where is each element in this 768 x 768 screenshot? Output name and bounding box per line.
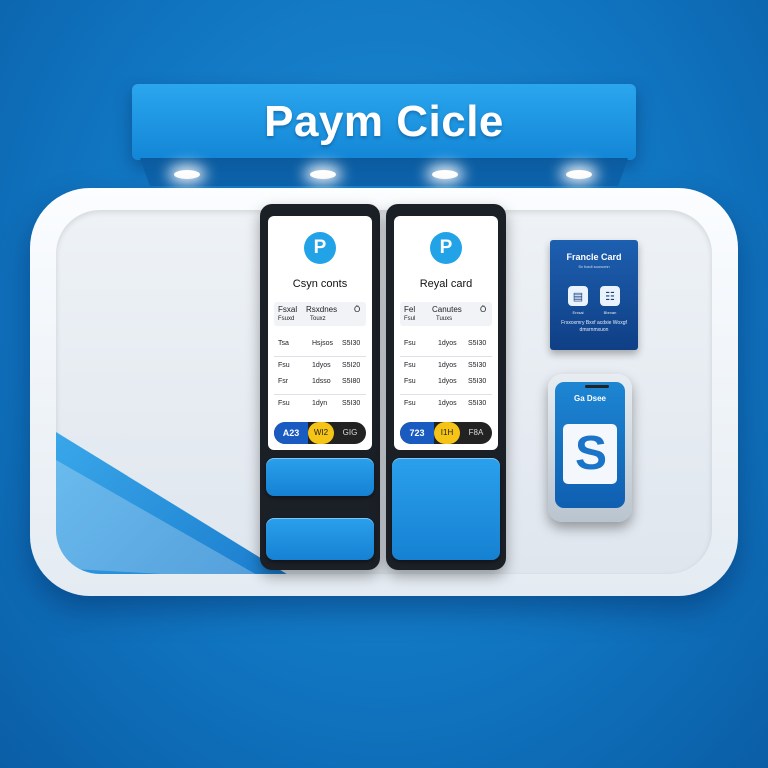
kiosk-button-top[interactable] bbox=[266, 458, 374, 496]
cell: Hsjsos bbox=[312, 340, 334, 347]
kiosk-screen-left[interactable]: P Csyn conts Fsxal Rsxdnes Ö Fsuxd Touxz… bbox=[268, 216, 372, 450]
cell: Fsu bbox=[404, 400, 416, 407]
pay-option[interactable]: F8A bbox=[460, 422, 492, 444]
cell: Fsu bbox=[404, 378, 416, 385]
divider bbox=[400, 356, 492, 357]
spotlight-2 bbox=[310, 170, 336, 179]
cell: S5I30 bbox=[468, 340, 487, 347]
phone-app-title: Ga Dsee bbox=[573, 394, 607, 403]
banner-title: Paym Cicle bbox=[264, 97, 504, 146]
cell: 1dyos bbox=[438, 340, 457, 347]
cell: 1dyn bbox=[312, 400, 328, 407]
kiosk-button-bottom[interactable] bbox=[266, 518, 374, 560]
card-subtitle: Sv fuxdi sooxcmn bbox=[578, 264, 610, 269]
kiosk-button-large[interactable] bbox=[392, 458, 500, 560]
cell: S5I30 bbox=[342, 340, 361, 347]
screen-title: Reyal card bbox=[419, 278, 473, 290]
col-header: Ö bbox=[354, 305, 361, 314]
pay-option[interactable]: I1H bbox=[434, 422, 460, 444]
spotlight-3 bbox=[432, 170, 458, 179]
divider bbox=[400, 394, 492, 395]
kiosk-screen-right[interactable]: P Reyal card Fel Canutes Ö Fsul Tuuxs Fs… bbox=[394, 216, 498, 450]
pay-option[interactable]: 723 bbox=[400, 422, 434, 444]
camera-notch bbox=[585, 385, 609, 388]
col-subheader: Fsuxd bbox=[278, 316, 295, 322]
card-icon: ▤ bbox=[568, 286, 588, 306]
col-header: Canutes bbox=[432, 305, 462, 314]
card-footer: Frsxoxmry Bxxf acdxie Woxgf dmsrnmxuon bbox=[561, 320, 627, 333]
icon-label: Bbrxan bbox=[603, 310, 617, 315]
divider bbox=[274, 394, 366, 395]
phone-app-card[interactable]: S bbox=[563, 424, 617, 484]
card-title: Francle Card bbox=[566, 252, 622, 262]
cell: S5I20 bbox=[342, 362, 361, 369]
cell: Fsu bbox=[404, 362, 416, 369]
app-logo-icon: P bbox=[304, 232, 336, 264]
cell: S5I30 bbox=[468, 400, 487, 407]
franchise-card[interactable]: Francle Card Sv fuxdi sooxcmn ▤ ☷ Erxsai… bbox=[550, 240, 638, 350]
cell: S5I30 bbox=[468, 378, 487, 385]
cell: S5I80 bbox=[342, 378, 361, 385]
col-header: Fsxal bbox=[278, 305, 298, 314]
screen-title: Csyn conts bbox=[292, 278, 348, 290]
cell: 1dyos bbox=[438, 362, 457, 369]
cell: Fsu bbox=[278, 362, 290, 369]
table-header: Fsxal Rsxdnes Ö Fsuxd Touxz bbox=[274, 302, 366, 326]
payment-kiosk-left: P Csyn conts Fsxal Rsxdnes Ö Fsuxd Touxz… bbox=[260, 204, 380, 570]
banner-underside bbox=[140, 158, 628, 186]
app-logo-icon: P bbox=[430, 232, 462, 264]
cell: S5I30 bbox=[468, 362, 487, 369]
cell: 1dyos bbox=[312, 362, 331, 369]
cell: S5I30 bbox=[342, 400, 361, 407]
cell: Fsr bbox=[278, 378, 289, 385]
cell: Tsa bbox=[278, 340, 289, 347]
col-header: Ö bbox=[480, 305, 487, 314]
pay-option[interactable]: A23 bbox=[274, 422, 308, 444]
pay-option[interactable]: GIG bbox=[334, 422, 366, 444]
spotlight-1 bbox=[174, 170, 200, 179]
col-header: Rsxdnes bbox=[306, 305, 338, 314]
spotlight-4 bbox=[566, 170, 592, 179]
col-subheader: Fsul bbox=[404, 316, 416, 322]
app-logo-icon: S bbox=[574, 427, 607, 480]
payment-method-bar[interactable]: A23 WI2 GIG bbox=[274, 422, 366, 444]
receipt-icon: ☷ bbox=[600, 286, 620, 306]
mobile-phone[interactable]: Ga Dsee S bbox=[548, 374, 632, 522]
title-banner: Paym Cicle bbox=[132, 84, 636, 160]
icon-label: Erxsai bbox=[572, 310, 584, 315]
payment-kiosk-right: P Reyal card Fel Canutes Ö Fsul Tuuxs Fs… bbox=[386, 204, 506, 570]
table-header: Fel Canutes Ö Fsul Tuuxs bbox=[400, 302, 492, 326]
col-subheader: Tuuxs bbox=[436, 316, 453, 322]
cell: 1dyos bbox=[438, 378, 457, 385]
cell: 1dsso bbox=[312, 378, 331, 385]
payment-method-bar[interactable]: 723 I1H F8A bbox=[400, 422, 492, 444]
pay-option[interactable]: WI2 bbox=[308, 422, 334, 444]
divider bbox=[274, 356, 366, 357]
col-header: Fel bbox=[404, 305, 416, 314]
cell: 1dyos bbox=[438, 400, 457, 407]
phone-screen[interactable]: Ga Dsee S bbox=[555, 382, 625, 508]
cell: Fsu bbox=[404, 340, 416, 347]
cell: Fsu bbox=[278, 400, 290, 407]
col-subheader: Touxz bbox=[310, 316, 326, 322]
